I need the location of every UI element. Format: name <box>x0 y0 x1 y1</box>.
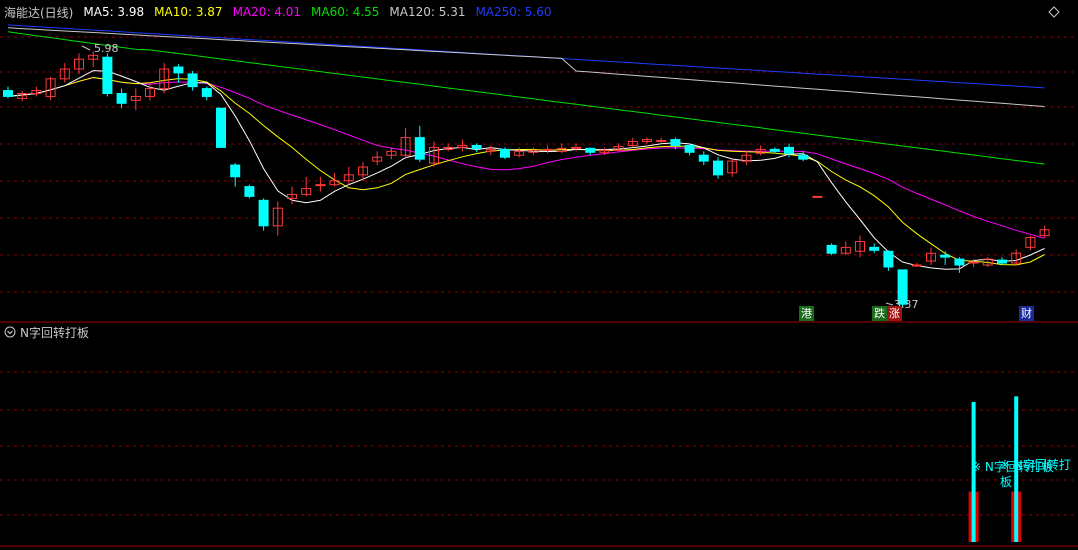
candle-body <box>698 154 709 162</box>
low-marker <box>885 302 894 306</box>
chevron-down-icon[interactable] <box>4 326 16 338</box>
candle-body <box>500 148 510 158</box>
ma-legend: 海能达(日线) MA5: 3.98 MA10: 3.87 MA20: 4.01 … <box>4 3 552 21</box>
candle-body <box>713 160 723 176</box>
candle-body <box>471 144 482 149</box>
indicator-title: N字回转打板 <box>20 325 89 340</box>
candle-body <box>997 259 1007 264</box>
candle-body <box>940 254 951 258</box>
candle-body <box>670 139 681 146</box>
candle-body <box>826 244 837 254</box>
candle-body <box>812 195 823 198</box>
legend-ma60: MA60: 4.55 <box>311 5 380 19</box>
candle-body <box>911 264 922 267</box>
candle-body <box>883 250 894 268</box>
legend-ma20: MA20: 4.01 <box>232 5 301 19</box>
legend-ma250: MA250: 5.60 <box>475 5 552 19</box>
diamond-icon[interactable] <box>1048 6 1060 18</box>
candle-body <box>798 154 809 160</box>
candle-body <box>769 148 780 152</box>
candle-body <box>173 66 184 74</box>
candle-body <box>244 186 255 197</box>
high-price-label: 5.98 <box>94 42 119 55</box>
candle-body <box>216 107 226 148</box>
badge-hk[interactable]: 港 <box>799 306 814 321</box>
badge-fall[interactable]: 跌 <box>872 306 887 321</box>
candle-body <box>656 140 667 143</box>
ma5-line <box>7 70 1045 270</box>
ma20-line <box>7 76 1045 239</box>
candle-body <box>230 164 241 178</box>
badge-rise[interactable]: 涨 <box>887 306 902 321</box>
candle-body <box>315 184 326 187</box>
indicator-header[interactable]: N字回转打板 <box>4 324 89 340</box>
candle-body <box>968 261 979 264</box>
badge-finance[interactable]: 财 <box>1019 306 1034 321</box>
candle-body <box>201 88 212 97</box>
candle-body <box>585 147 596 153</box>
candle-body <box>187 73 198 88</box>
ma120-line <box>7 27 1045 107</box>
candle-body <box>954 258 965 266</box>
candle-body <box>571 146 581 149</box>
candle-body <box>116 93 127 104</box>
candle-body <box>3 90 13 97</box>
legend-ma5: MA5: 3.98 <box>83 5 145 19</box>
candle-body <box>102 56 113 94</box>
high-marker <box>81 45 91 51</box>
legend-ma120: MA120: 5.31 <box>389 5 466 19</box>
signal-label-2: ※ N字回转打板 <box>1000 458 1071 489</box>
candle-body <box>784 146 794 154</box>
ma10-line <box>7 76 1045 266</box>
chart-canvas[interactable] <box>0 0 1078 550</box>
candle-body <box>542 148 553 151</box>
candle-body <box>258 199 269 227</box>
stock-title: 海能达(日线) <box>4 5 74 20</box>
legend-ma10: MA10: 3.87 <box>154 5 223 19</box>
candle-body <box>684 144 695 153</box>
candle-body <box>414 137 425 160</box>
candle-body <box>869 246 880 251</box>
